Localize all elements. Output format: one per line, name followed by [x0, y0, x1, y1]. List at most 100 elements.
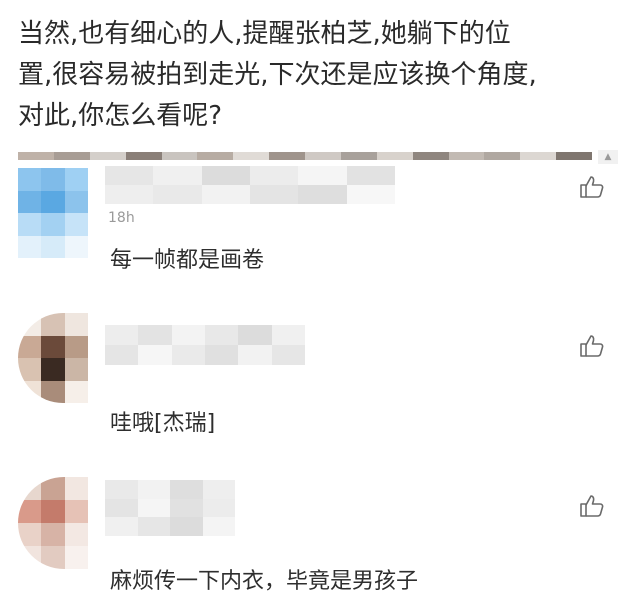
- avatar-pixelated[interactable]: [18, 477, 88, 569]
- avatar-pixel: [41, 335, 65, 358]
- image-strip-segment: [556, 152, 592, 160]
- comment-item: 哇哦[杰瑞]: [0, 305, 633, 465]
- username-pixel: [271, 345, 305, 365]
- username-pixel: [105, 345, 139, 365]
- avatar-pixel: [18, 358, 42, 381]
- username-pixel: [171, 325, 205, 345]
- username-pixel: [170, 517, 203, 536]
- avatar-pixel: [64, 190, 88, 213]
- username-pixel: [105, 517, 138, 536]
- avatar-pixel: [64, 313, 88, 336]
- username-pixel: [202, 517, 235, 536]
- avatar-pixel: [41, 477, 65, 500]
- image-strip-segment: [484, 152, 521, 160]
- comment-text: 哇哦[杰瑞]: [110, 411, 216, 436]
- avatar-pixelated[interactable]: [18, 313, 88, 403]
- avatar-pixel: [18, 500, 42, 523]
- image-strip-segment: [340, 152, 377, 160]
- avatar-pixel: [18, 190, 42, 213]
- avatar-pixel: [41, 546, 65, 569]
- avatar-pixel: [18, 313, 42, 336]
- avatar-pixel: [64, 235, 88, 258]
- username-pixel: [105, 325, 139, 345]
- username-pixel: [153, 166, 202, 185]
- comment-text: 麻烦传一下内衣，毕竟是男孩子: [110, 569, 419, 594]
- comment-item: 麻烦传一下内衣，毕竟是男孩子: [0, 465, 633, 598]
- image-strip-segment: [89, 152, 126, 160]
- username-pixel: [138, 345, 172, 365]
- username-pixel: [170, 498, 203, 518]
- article-line-3: 对此,你怎么看呢?: [18, 101, 223, 131]
- image-strip-segment: [520, 152, 557, 160]
- username-pixel: [238, 345, 272, 365]
- username-pixel: [137, 517, 170, 536]
- username-pixel: [153, 185, 202, 204]
- avatar-pixel: [41, 213, 65, 236]
- avatar-pixel: [41, 235, 65, 258]
- avatar-pixel: [18, 546, 42, 569]
- username-pixelated[interactable]: [105, 166, 395, 204]
- avatar-pixel: [41, 523, 65, 546]
- avatar-pixel: [41, 313, 65, 336]
- avatar-pixel: [64, 546, 88, 569]
- username-pixel: [105, 498, 138, 518]
- comment-text: 每一帧都是画卷: [110, 248, 265, 273]
- thumbs-up-icon[interactable]: [579, 174, 605, 200]
- comment-time: 18h: [108, 210, 135, 226]
- username-pixel: [204, 345, 239, 365]
- avatar-pixel: [18, 380, 42, 403]
- avatar-pixelated[interactable]: [18, 168, 88, 258]
- comment-item: 18h 每一帧都是画卷: [0, 160, 633, 305]
- avatar-pixel: [64, 358, 88, 381]
- username-pixelated[interactable]: [105, 325, 305, 365]
- username-pixel: [105, 166, 154, 185]
- avatar-pixel: [41, 380, 65, 403]
- username-pixel: [105, 480, 138, 499]
- username-pixel: [298, 166, 347, 185]
- image-strip-segment: [305, 152, 341, 160]
- image-strip-segment: [125, 152, 162, 160]
- username-pixel: [202, 480, 235, 499]
- avatar-pixel: [18, 235, 42, 258]
- avatar-pixel: [41, 358, 65, 381]
- thumbs-up-icon[interactable]: [579, 333, 605, 359]
- username-pixel: [346, 166, 395, 185]
- avatar-pixel: [41, 500, 65, 523]
- thumbs-up-icon[interactable]: [579, 493, 605, 519]
- avatar-pixel: [64, 168, 88, 191]
- image-strip-segment: [233, 152, 270, 160]
- avatar-pixel: [18, 213, 42, 236]
- username-pixelated[interactable]: [105, 480, 235, 536]
- username-pixel: [249, 166, 299, 185]
- username-pixel: [238, 325, 272, 345]
- article-text: 当然,也有细心的人,提醒张柏芝,她躺下的位 置,很容易被拍到走光,下次还是应该换…: [18, 14, 618, 137]
- image-strip-segment: [376, 152, 413, 160]
- image-strip-segment: [18, 152, 54, 160]
- username-pixel: [171, 345, 205, 365]
- username-pixel: [138, 325, 172, 345]
- avatar-pixel: [64, 213, 88, 236]
- username-pixel: [105, 185, 154, 204]
- username-pixel: [201, 185, 250, 204]
- avatar-pixel: [64, 380, 88, 403]
- image-strip-segment: [412, 152, 449, 160]
- avatar-pixel: [64, 335, 88, 358]
- article-line-2: 置,很容易被拍到走光,下次还是应该换个角度,: [18, 60, 537, 90]
- username-pixel: [170, 480, 203, 499]
- avatar-pixel: [41, 168, 65, 191]
- image-strip-segment: [448, 152, 485, 160]
- image-strip-segment: [161, 152, 198, 160]
- username-pixel: [204, 325, 239, 345]
- avatar-pixel: [64, 500, 88, 523]
- article-line-1: 当然,也有细心的人,提醒张柏芝,她躺下的位: [18, 19, 511, 49]
- avatar-pixel: [18, 335, 42, 358]
- avatar-pixel: [18, 523, 42, 546]
- username-pixel: [202, 498, 235, 518]
- avatar-pixel: [18, 477, 42, 500]
- username-pixel: [271, 325, 305, 345]
- avatar-pixel: [64, 477, 88, 500]
- username-pixel: [346, 185, 395, 204]
- image-strip-segment: [197, 152, 234, 160]
- avatar-pixel: [41, 190, 65, 213]
- avatar-pixel: [18, 168, 42, 191]
